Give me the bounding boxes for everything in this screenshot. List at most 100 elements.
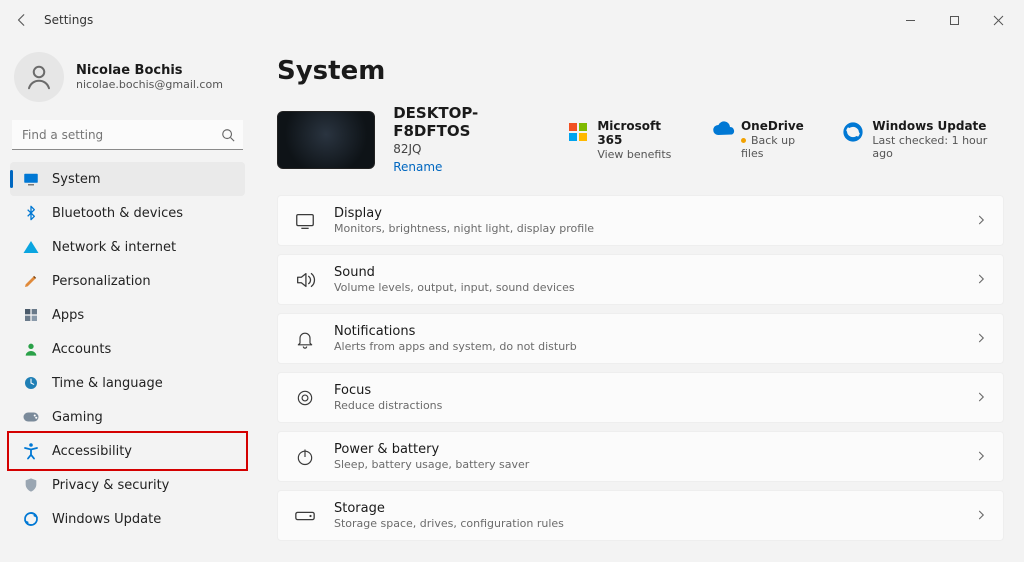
chevron-right-icon bbox=[975, 388, 987, 407]
accounts-icon bbox=[22, 340, 40, 358]
card-subtitle: Monitors, brightness, night light, displ… bbox=[334, 222, 957, 235]
card-sound[interactable]: SoundVolume levels, output, input, sound… bbox=[277, 254, 1004, 305]
sidebar-item-label: Network & internet bbox=[52, 240, 176, 255]
tile-subtitle: Back up files bbox=[741, 134, 816, 160]
wifi-icon bbox=[22, 238, 40, 256]
sidebar-item-gaming[interactable]: Gaming bbox=[10, 400, 245, 434]
card-subtitle: Volume levels, output, input, sound devi… bbox=[334, 281, 957, 294]
sidebar-item-label: Privacy & security bbox=[52, 478, 169, 493]
sidebar-item-label: Time & language bbox=[52, 376, 163, 391]
card-display[interactable]: DisplayMonitors, brightness, night light… bbox=[277, 195, 1004, 246]
card-subtitle: Alerts from apps and system, do not dist… bbox=[334, 340, 957, 353]
sidebar-item-label: Apps bbox=[52, 308, 84, 323]
sidebar-item-bluetooth[interactable]: Bluetooth & devices bbox=[10, 196, 245, 230]
tile-title: Microsoft 365 bbox=[597, 119, 685, 147]
tile-windows-update[interactable]: Windows Update Last checked: 1 hour ago bbox=[842, 119, 1004, 161]
sidebar-item-label: Windows Update bbox=[52, 512, 161, 527]
ms365-icon bbox=[567, 121, 589, 143]
attention-dot bbox=[741, 138, 746, 143]
close-button[interactable] bbox=[976, 4, 1020, 36]
bluetooth-icon bbox=[22, 204, 40, 222]
card-title: Storage bbox=[334, 501, 957, 516]
tile-subtitle: View benefits bbox=[597, 148, 685, 161]
sidebar-item-time[interactable]: Time & language bbox=[10, 366, 245, 400]
sound-icon bbox=[294, 269, 316, 291]
search-icon bbox=[221, 127, 235, 146]
window-title: Settings bbox=[44, 13, 93, 27]
sidebar-nav: System Bluetooth & devices Network & int… bbox=[10, 162, 245, 536]
card-subtitle: Storage space, drives, configuration rul… bbox=[334, 517, 957, 530]
sidebar-item-label: Accounts bbox=[52, 342, 111, 357]
sidebar-item-privacy[interactable]: Privacy & security bbox=[10, 468, 245, 502]
maximize-button[interactable] bbox=[932, 4, 976, 36]
chevron-right-icon bbox=[975, 506, 987, 525]
focus-icon bbox=[294, 387, 316, 409]
profile-email: nicolae.bochis@gmail.com bbox=[76, 78, 223, 91]
device-model: 82JQ bbox=[393, 142, 549, 156]
sidebar-item-update[interactable]: Windows Update bbox=[10, 502, 245, 536]
bell-icon bbox=[294, 328, 316, 350]
settings-cards: DisplayMonitors, brightness, night light… bbox=[277, 195, 1004, 541]
card-power[interactable]: Power & batterySleep, battery usage, bat… bbox=[277, 431, 1004, 482]
profile[interactable]: Nicolae Bochis nicolae.bochis@gmail.com bbox=[10, 46, 245, 116]
onedrive-icon bbox=[711, 121, 733, 143]
accessibility-icon bbox=[22, 442, 40, 460]
titlebar: Settings bbox=[0, 0, 1024, 40]
device-name: DESKTOP-F8DFTOS bbox=[393, 104, 549, 140]
tile-onedrive[interactable]: OneDrive Back up files bbox=[711, 119, 816, 161]
sidebar-item-label: Personalization bbox=[52, 274, 151, 289]
time-icon bbox=[22, 374, 40, 392]
minimize-button[interactable] bbox=[888, 4, 932, 36]
power-icon bbox=[294, 446, 316, 468]
card-storage[interactable]: StorageStorage space, drives, configurat… bbox=[277, 490, 1004, 541]
sidebar-item-personalization[interactable]: Personalization bbox=[10, 264, 245, 298]
window-controls bbox=[888, 4, 1020, 36]
card-subtitle: Reduce distractions bbox=[334, 399, 957, 412]
sidebar: Nicolae Bochis nicolae.bochis@gmail.com … bbox=[0, 40, 255, 562]
sidebar-item-apps[interactable]: Apps bbox=[10, 298, 245, 332]
chevron-right-icon bbox=[975, 211, 987, 230]
apps-icon bbox=[22, 306, 40, 324]
chevron-right-icon bbox=[975, 447, 987, 466]
shield-icon bbox=[22, 476, 40, 494]
device-summary: DESKTOP-F8DFTOS 82JQ Rename Microsoft 36… bbox=[277, 104, 1004, 175]
tile-title: Windows Update bbox=[872, 119, 1004, 133]
gaming-icon bbox=[22, 408, 40, 426]
card-subtitle: Sleep, battery usage, battery saver bbox=[334, 458, 957, 471]
search-box bbox=[12, 120, 243, 150]
card-title: Power & battery bbox=[334, 442, 957, 457]
sidebar-item-accessibility[interactable]: Accessibility bbox=[10, 434, 245, 468]
main-content: System DESKTOP-F8DFTOS 82JQ Rename Micro… bbox=[255, 40, 1024, 562]
card-notifications[interactable]: NotificationsAlerts from apps and system… bbox=[277, 313, 1004, 364]
personalization-icon bbox=[22, 272, 40, 290]
sidebar-item-label: Gaming bbox=[52, 410, 103, 425]
search-input[interactable] bbox=[12, 120, 243, 150]
display-icon bbox=[294, 210, 316, 232]
device-thumbnail bbox=[277, 111, 375, 169]
card-title: Notifications bbox=[334, 324, 957, 339]
sidebar-item-system[interactable]: System bbox=[10, 162, 245, 196]
card-title: Display bbox=[334, 206, 957, 221]
chevron-right-icon bbox=[975, 329, 987, 348]
windows-update-icon bbox=[842, 121, 864, 143]
page-title: System bbox=[277, 56, 1004, 86]
tile-title: OneDrive bbox=[741, 119, 816, 133]
update-icon bbox=[22, 510, 40, 528]
sidebar-item-accounts[interactable]: Accounts bbox=[10, 332, 245, 366]
profile-name: Nicolae Bochis bbox=[76, 63, 223, 78]
card-title: Sound bbox=[334, 265, 957, 280]
back-button[interactable] bbox=[4, 2, 40, 38]
tile-subtitle: Last checked: 1 hour ago bbox=[872, 134, 1004, 160]
sidebar-item-label: System bbox=[52, 172, 100, 187]
storage-icon bbox=[294, 505, 316, 527]
card-focus[interactable]: FocusReduce distractions bbox=[277, 372, 1004, 423]
sidebar-item-label: Accessibility bbox=[52, 444, 132, 459]
tile-microsoft-365[interactable]: Microsoft 365 View benefits bbox=[567, 119, 685, 161]
card-title: Focus bbox=[334, 383, 957, 398]
sidebar-item-label: Bluetooth & devices bbox=[52, 206, 183, 221]
avatar bbox=[14, 52, 64, 102]
system-icon bbox=[22, 170, 40, 188]
chevron-right-icon bbox=[975, 270, 987, 289]
sidebar-item-network[interactable]: Network & internet bbox=[10, 230, 245, 264]
rename-link[interactable]: Rename bbox=[393, 160, 442, 174]
